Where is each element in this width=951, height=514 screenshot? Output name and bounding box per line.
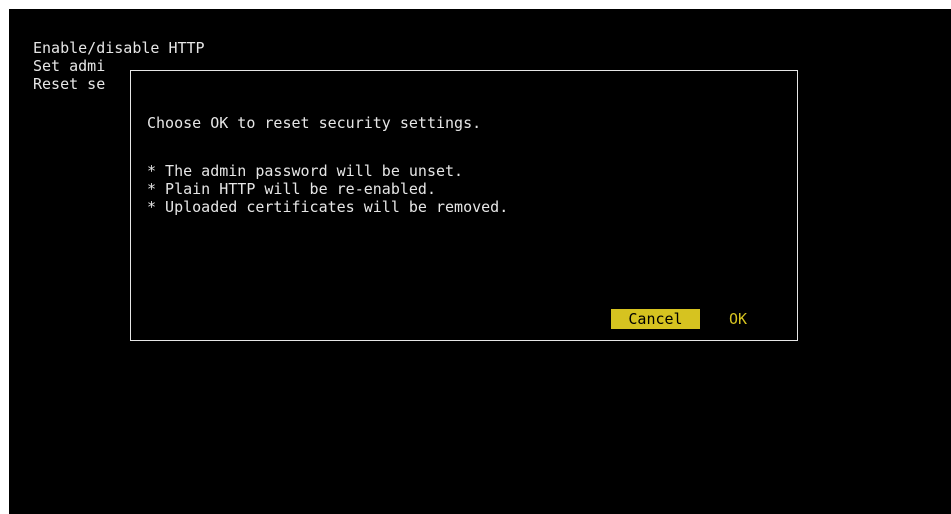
bullet-admin-password: * The admin password will be unset.: [147, 162, 464, 180]
cancel-button[interactable]: Cancel: [611, 309, 700, 329]
menu-item-enable-disable-http[interactable]: Enable/disable HTTP: [33, 39, 205, 57]
terminal-screen: Enable/disable HTTP Set admi Reset se Ch…: [9, 9, 951, 514]
ok-button[interactable]: OK: [729, 309, 747, 329]
bullet-certificates: * Uploaded certificates will be removed.: [147, 198, 509, 216]
reset-security-dialog: Choose OK to reset security settings. * …: [130, 70, 798, 341]
menu-item-set-admin[interactable]: Set admi: [33, 57, 105, 75]
dialog-message: Choose OK to reset security settings.: [147, 114, 482, 132]
bullet-plain-http: * Plain HTTP will be re-enabled.: [147, 180, 436, 198]
menu-item-reset-security[interactable]: Reset se: [33, 75, 105, 93]
